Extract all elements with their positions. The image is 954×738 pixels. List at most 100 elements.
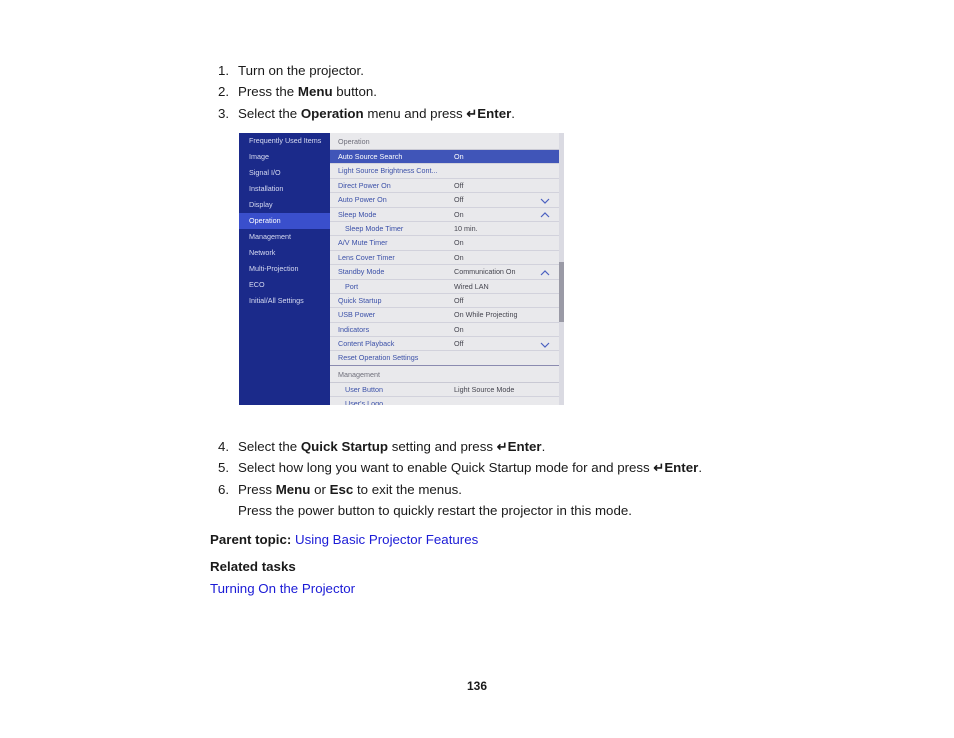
osd-value-quick-startup: Off	[454, 295, 464, 305]
step-5-enter-label: Enter	[664, 460, 699, 476]
osd-value-content-playback: Off	[454, 339, 464, 349]
step-number-3: 3.	[218, 105, 230, 121]
osd-label-quick-startup: Quick Startup	[338, 295, 382, 305]
step-item-5: 5. Select how long you want to enable Qu…	[210, 457, 910, 478]
osd-scrollbar-thumb[interactable]	[559, 262, 564, 322]
chevron-up-icon[interactable]	[540, 265, 550, 279]
instruction-steps-top: 1. Turn on the projector. 2. Press the M…	[210, 60, 830, 124]
chevron-down-icon[interactable]	[540, 337, 550, 351]
osd-value-port: Wired LAN	[454, 281, 489, 291]
chevron-down-icon[interactable]	[540, 193, 550, 207]
sidebar-item-installation[interactable]: Installation	[239, 181, 330, 197]
osd-row-standby-mode[interactable]: Standby Mode Communication On	[330, 265, 564, 280]
related-task-link-turning-on-the-projector[interactable]: Turning On the Projector	[210, 578, 910, 599]
osd-label-reset-operation-settings: Reset Operation Settings	[338, 353, 419, 363]
step-6-prefix: Press	[238, 481, 276, 497]
step-number-1: 1.	[218, 63, 230, 78]
projector-osd-screenshot: Frequently Used Items Image Signal I/O I…	[239, 133, 564, 405]
document-page: 1. Turn on the projector. 2. Press the M…	[0, 0, 954, 738]
osd-row-av-mute-timer[interactable]: A/V Mute Timer On	[330, 236, 564, 251]
sidebar-item-signal-io[interactable]: Signal I/O	[239, 165, 330, 181]
osd-value-sleep-mode: On	[454, 209, 464, 219]
sidebar-item-network[interactable]: Network	[239, 245, 330, 261]
osd-menu-sidebar: Frequently Used Items Image Signal I/O I…	[239, 133, 330, 405]
osd-label-users-logo: User's Logo	[345, 399, 384, 405]
chevron-up-icon[interactable]	[540, 208, 550, 222]
step-item-2: 2. Press the Menu button.	[210, 81, 830, 102]
step-2-prefix: Press the	[238, 84, 298, 100]
osd-row-sleep-mode[interactable]: Sleep Mode On	[330, 207, 564, 222]
step-item-4: 4. Select the Quick Startup setting and …	[210, 436, 910, 457]
osd-row-reset-operation-settings[interactable]: Reset Operation Settings	[330, 351, 564, 366]
sidebar-item-management[interactable]: Management	[239, 229, 330, 245]
step-6-mid: or	[310, 481, 330, 497]
step-number-2: 2.	[218, 84, 230, 100]
step-3-enter-label: Enter	[477, 105, 512, 121]
osd-row-auto-power-on[interactable]: Auto Power On Off	[330, 193, 564, 208]
osd-scrollbar-track[interactable]	[559, 133, 564, 405]
step-2-suffix: button.	[332, 84, 377, 100]
osd-value-sleep-mode-timer: 10 min.	[454, 223, 478, 233]
sidebar-item-display[interactable]: Display	[239, 197, 330, 213]
osd-row-quick-startup[interactable]: Quick Startup Off	[330, 293, 564, 309]
sidebar-item-frequently-used-items[interactable]: Frequently Used Items	[239, 133, 330, 149]
step-6-tail: to exit the menus.	[353, 481, 462, 497]
osd-value-direct-power-on: Off	[454, 180, 464, 190]
osd-value-standby-mode: Communication On	[454, 267, 516, 277]
sidebar-item-image[interactable]: Image	[239, 149, 330, 165]
parent-topic-label: Parent topic:	[210, 532, 292, 548]
osd-group-title-operation: Operation	[330, 133, 564, 150]
osd-label-lens-cover-timer: Lens Cover Timer	[338, 252, 395, 262]
osd-row-lens-cover-timer[interactable]: Lens Cover Timer On	[330, 250, 564, 266]
osd-settings-panel: Operation Auto Source Search On Light So…	[330, 133, 564, 405]
step-item-1: 1. Turn on the projector.	[210, 60, 830, 81]
osd-value-user-button: Light Source Mode	[454, 384, 515, 394]
step-4-setting-quick-startup: Quick Startup	[300, 439, 389, 454]
step-3-tail: .	[511, 105, 515, 121]
osd-row-usb-power[interactable]: USB Power On While Projecting	[330, 308, 564, 323]
sidebar-item-multi-projection[interactable]: Multi-Projection	[239, 261, 330, 277]
osd-row-direct-power-on[interactable]: Direct Power On Off	[330, 178, 564, 194]
step-5-prefix: Select how long you want to enable Quick…	[238, 460, 654, 476]
sidebar-item-eco[interactable]: ECO	[239, 277, 330, 293]
osd-row-auto-source-search[interactable]: Auto Source Search On	[330, 150, 564, 165]
osd-label-content-playback: Content Playback	[338, 339, 395, 349]
osd-value-auto-source-search: On	[454, 152, 464, 161]
step-text-2: Press the Menu button.	[238, 81, 830, 102]
page-number: 136	[466, 679, 488, 693]
step-item-3: 3. Select the Operation menu and press ↵…	[210, 103, 830, 124]
osd-row-content-playback[interactable]: Content Playback Off	[330, 337, 564, 352]
osd-row-sleep-mode-timer[interactable]: Sleep Mode Timer 10 min.	[330, 221, 564, 237]
enter-key-icon: ↵	[653, 460, 665, 476]
step-text-5: Select how long you want to enable Quick…	[238, 457, 910, 478]
osd-group-title-management: Management	[330, 365, 564, 383]
osd-label-direct-power-on: Direct Power On	[338, 180, 391, 190]
step-text-3: Select the Operation menu and press ↵Ent…	[238, 103, 830, 124]
sidebar-item-initial-all-settings[interactable]: Initial/All Settings	[239, 293, 330, 309]
osd-label-user-button: User Button	[345, 384, 383, 394]
osd-label-indicators: Indicators	[338, 324, 370, 334]
step-4-enter-label: Enter	[507, 439, 542, 454]
osd-value-av-mute-timer: On	[454, 238, 464, 248]
osd-value-lens-cover-timer: On	[454, 252, 464, 262]
step-number-5: 5.	[218, 460, 230, 476]
osd-label-auto-power-on: Auto Power On	[338, 195, 387, 205]
osd-label-auto-source-search: Auto Source Search	[338, 152, 403, 161]
step-text-1: Turn on the projector.	[238, 60, 830, 81]
step-3-prefix: Select the	[238, 105, 301, 121]
step-4-mid: setting and press	[388, 439, 497, 454]
osd-row-user-button[interactable]: User Button Light Source Mode	[330, 382, 564, 398]
enter-key-icon: ↵	[466, 105, 478, 121]
step-text-6: Press Menu or Esc to exit the menus.	[238, 479, 910, 500]
osd-row-users-logo[interactable]: User's Logo	[330, 397, 564, 405]
osd-row-port[interactable]: Port Wired LAN	[330, 279, 564, 294]
osd-row-light-source-brightness-control[interactable]: Light Source Brightness Cont...	[330, 164, 564, 179]
parent-topic-link[interactable]: Using Basic Projector Features	[295, 532, 478, 547]
osd-label-light-source-brightness-control: Light Source Brightness Cont...	[338, 166, 438, 176]
step-4-prefix: Select the	[238, 439, 301, 454]
step-3-menu-operation: Operation	[300, 105, 364, 121]
osd-row-indicators[interactable]: Indicators On	[330, 322, 564, 338]
osd-label-standby-mode: Standby Mode	[338, 267, 385, 277]
osd-value-indicators: On	[454, 324, 464, 334]
sidebar-item-operation[interactable]: Operation	[239, 213, 330, 229]
